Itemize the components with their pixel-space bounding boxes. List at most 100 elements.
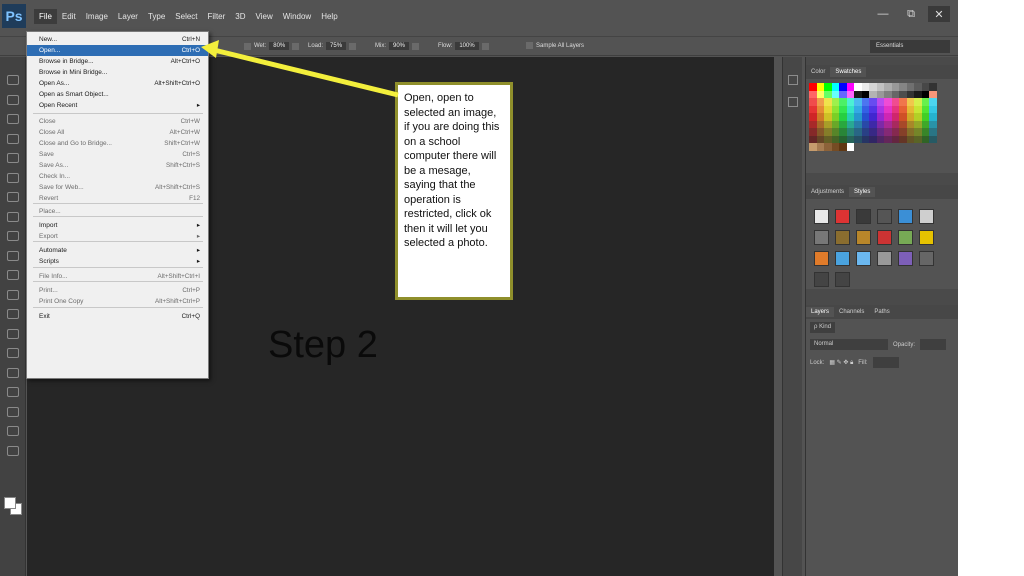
color-swatch[interactable] [816, 113, 824, 121]
color-swatch[interactable] [824, 128, 832, 136]
color-swatch[interactable] [816, 135, 824, 143]
color-swatch[interactable] [869, 143, 877, 151]
color-swatch[interactable] [884, 98, 892, 106]
color-swatch[interactable] [816, 83, 824, 91]
color-swatch[interactable] [861, 98, 869, 106]
color-swatch[interactable] [929, 128, 937, 136]
move-icon[interactable] [7, 75, 19, 85]
color-swatch[interactable] [884, 128, 892, 136]
color-swatch[interactable] [914, 83, 922, 91]
file-menu-item[interactable]: Save As... Shift+Ctrl+S [27, 160, 208, 171]
color-swatch[interactable] [824, 90, 832, 98]
tab-adjustments[interactable]: Adjustments [806, 187, 849, 197]
color-swatch[interactable] [906, 83, 914, 91]
style-preset[interactable] [856, 251, 871, 266]
color-swatch[interactable] [906, 90, 914, 98]
color-swatch[interactable] [831, 105, 839, 113]
color-swatch[interactable] [869, 113, 877, 121]
close-button[interactable]: ✕ [928, 6, 950, 22]
color-swatch[interactable] [854, 135, 862, 143]
color-swatch[interactable] [824, 120, 832, 128]
color-swatch[interactable] [876, 113, 884, 121]
color-swatch[interactable] [876, 128, 884, 136]
color-swatch[interactable] [824, 83, 832, 91]
marquee-icon[interactable] [7, 94, 19, 105]
file-menu-item[interactable]: Close All Alt+Ctrl+W [27, 127, 208, 138]
color-swatch[interactable] [914, 128, 922, 136]
style-preset[interactable] [877, 230, 892, 245]
color-swatch[interactable] [809, 90, 817, 98]
color-swatch[interactable] [824, 113, 832, 121]
color-swatch[interactable] [839, 135, 847, 143]
color-swatch[interactable] [899, 120, 907, 128]
color-swatch[interactable] [809, 135, 817, 143]
color-swatch[interactable] [846, 143, 854, 151]
style-preset[interactable] [835, 230, 850, 245]
file-menu-item[interactable]: Close and Go to Bridge... Shift+Ctrl+W [27, 138, 208, 149]
color-swatch[interactable] [921, 98, 929, 106]
style-preset[interactable] [814, 230, 829, 245]
style-preset[interactable] [919, 251, 934, 266]
color-swatch[interactable] [929, 98, 937, 106]
color-swatch[interactable] [899, 105, 907, 113]
menu-filter[interactable]: Filter [203, 9, 231, 24]
color-swatch[interactable] [846, 120, 854, 128]
style-preset[interactable] [877, 209, 892, 224]
style-grid[interactable] [814, 209, 934, 287]
file-menu-item[interactable]: Open... Ctrl+O [27, 45, 208, 56]
color-swatch[interactable] [846, 98, 854, 106]
style-preset[interactable] [898, 251, 913, 266]
color-swatch[interactable] [876, 98, 884, 106]
color-swatch[interactable] [921, 83, 929, 91]
color-swatch[interactable] [816, 105, 824, 113]
color-swatch[interactable] [854, 105, 862, 113]
menu-help[interactable]: Help [316, 9, 342, 24]
color-swatch[interactable] [914, 98, 922, 106]
color-swatch[interactable] [854, 143, 862, 151]
load-value[interactable]: 75% [326, 42, 347, 50]
menu-edit[interactable]: Edit [57, 9, 81, 24]
color-swatch[interactable] [846, 90, 854, 98]
checkbox-icon[interactable] [526, 42, 533, 49]
file-menu-item[interactable]: Exit Ctrl+Q [27, 311, 208, 322]
shape-icon[interactable] [7, 406, 19, 417]
stamp-icon[interactable] [7, 231, 19, 241]
color-swatch[interactable] [906, 120, 914, 128]
color-swatch[interactable] [816, 120, 824, 128]
style-preset[interactable] [835, 251, 850, 266]
lasso-icon[interactable] [7, 114, 19, 124]
color-swatch[interactable] [869, 83, 877, 91]
color-swatch[interactable] [809, 83, 817, 91]
color-swatch[interactable] [809, 113, 817, 121]
color-swatch[interactable] [861, 83, 869, 91]
color-swatch[interactable] [854, 83, 862, 91]
tab-color[interactable]: Color [806, 67, 830, 77]
wet-value[interactable]: 80% [269, 42, 290, 50]
file-menu-item[interactable]: Check In... [27, 171, 208, 182]
color-swatch[interactable] [869, 120, 877, 128]
color-swatch[interactable] [891, 113, 899, 121]
tab-channels[interactable]: Channels [834, 307, 869, 317]
color-swatch[interactable] [861, 113, 869, 121]
color-swatch[interactable] [831, 113, 839, 121]
color-swatch[interactable] [831, 135, 839, 143]
color-swatch[interactable] [914, 113, 922, 121]
menu-layer[interactable]: Layer [113, 9, 143, 24]
color-swatch[interactable] [914, 105, 922, 113]
color-swatch[interactable] [839, 128, 847, 136]
color-swatch[interactable] [876, 135, 884, 143]
color-swatch[interactable] [906, 105, 914, 113]
color-swatch[interactable] [891, 98, 899, 106]
style-preset[interactable] [856, 230, 871, 245]
color-swatch[interactable] [929, 120, 937, 128]
color-swatch[interactable] [891, 83, 899, 91]
color-swatch[interactable] [884, 90, 892, 98]
style-preset[interactable] [814, 272, 829, 287]
color-swatch[interactable] [884, 143, 892, 151]
color-swatch[interactable] [824, 135, 832, 143]
color-swatch[interactable] [831, 120, 839, 128]
flow-value[interactable]: 100% [455, 42, 479, 50]
color-swatch[interactable] [891, 105, 899, 113]
file-menu-item[interactable]: Open As... Alt+Shift+Ctrl+O [27, 78, 208, 89]
color-swatch[interactable] [824, 105, 832, 113]
